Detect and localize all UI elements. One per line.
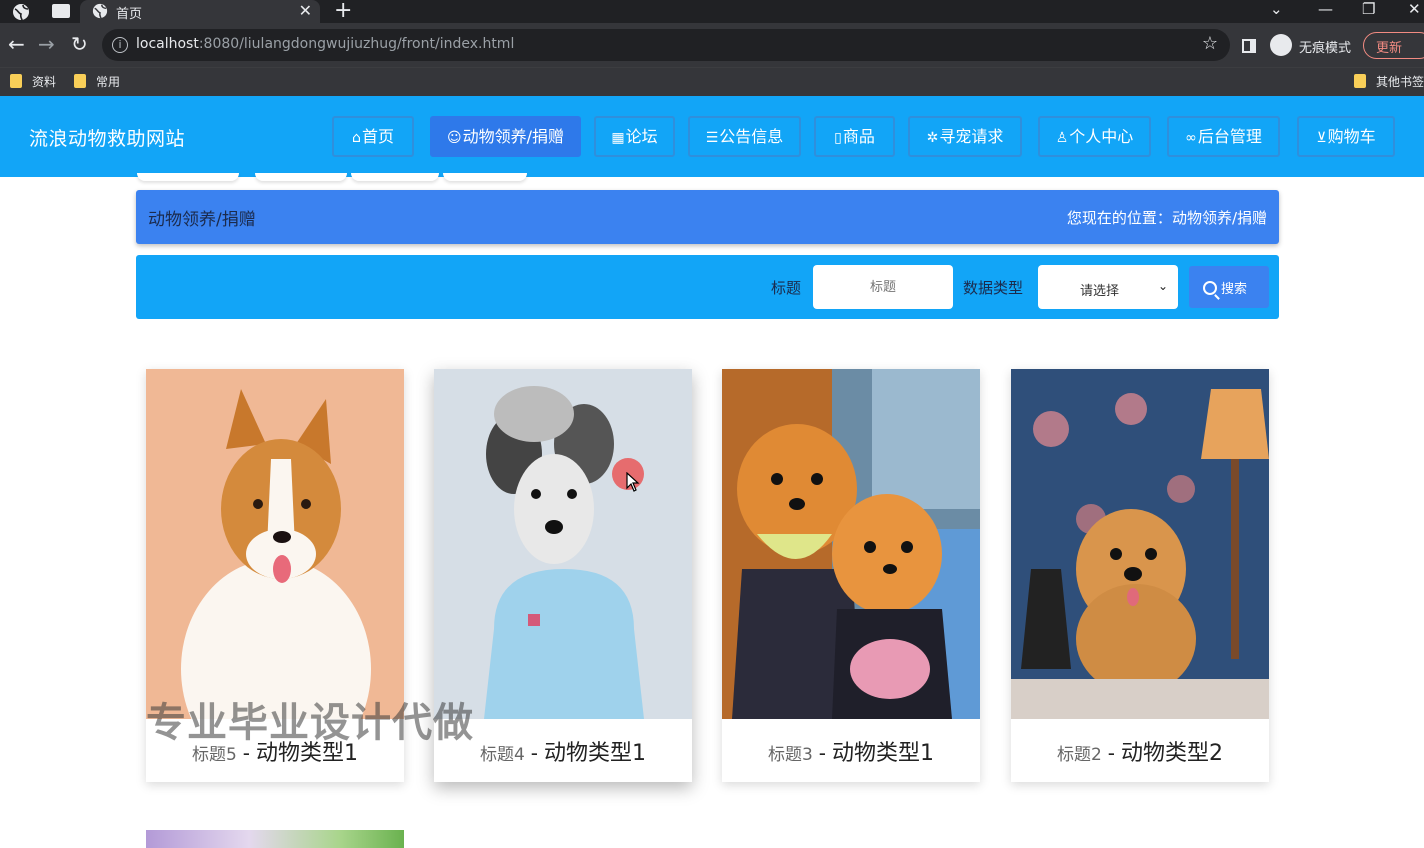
- tag-icon: ▯: [834, 130, 842, 146]
- reload-button[interactable]: ↻: [71, 34, 88, 54]
- other-bookmarks[interactable]: 其他书签: [1354, 73, 1424, 90]
- browser-tab[interactable]: 首页 ✕: [80, 0, 320, 23]
- url-text[interactable]: localhost:8080/liulangdongwujiuzhug/fron…: [136, 36, 514, 52]
- forward-button[interactable]: →: [38, 34, 55, 54]
- bookmark-folder[interactable]: 资料: [10, 73, 56, 90]
- nav-products[interactable]: ▯商品: [814, 116, 895, 157]
- site-header: 流浪动物救助网站 ⌂首页 ☺动物领养/捐赠 ▦论坛 ☰公告信息 ▯商品 ✲寻宠请…: [0, 96, 1424, 177]
- breadcrumb-link[interactable]: 动物领养/捐赠: [1172, 209, 1267, 227]
- close-window-button[interactable]: ✕: [1408, 0, 1421, 18]
- browser-toolbar: ← → ↻ i localhost:8080/liulangdongwujiuz…: [0, 23, 1424, 67]
- title-search-input[interactable]: [813, 265, 953, 309]
- card-type: 动物类型1: [832, 741, 935, 766]
- browser-tab-bar: 首页 ✕ + ⌄ — ❐ ✕: [0, 0, 1424, 23]
- pet-card[interactable]: 标题3- 动物类型1: [722, 369, 980, 782]
- folder-icon: [74, 74, 86, 88]
- card-caption[interactable]: 标题2- 动物类型2: [1011, 719, 1269, 782]
- nav-cart[interactable]: ⊻购物车: [1297, 116, 1395, 157]
- new-tab-button[interactable]: +: [334, 0, 352, 23]
- nav-announcements[interactable]: ☰公告信息: [688, 116, 801, 157]
- nav-forum[interactable]: ▦论坛: [594, 116, 675, 157]
- user-icon: ♙: [1055, 130, 1069, 146]
- home-icon: ⌂: [352, 130, 361, 146]
- update-button[interactable]: 更新: [1363, 32, 1424, 59]
- nav-admin[interactable]: ∞后台管理: [1167, 116, 1280, 157]
- star-icon[interactable]: ☆: [1202, 33, 1218, 54]
- nav-profile[interactable]: ♙个人中心: [1038, 116, 1151, 157]
- side-panel-icon[interactable]: [1242, 39, 1256, 53]
- pet-photo[interactable]: [722, 369, 980, 719]
- pet-photo[interactable]: [1011, 369, 1269, 719]
- forum-icon: ▦: [611, 130, 625, 146]
- folder-icon: [10, 74, 22, 88]
- nav-home[interactable]: ⌂首页: [332, 116, 414, 157]
- type-label: 数据类型: [963, 279, 1024, 297]
- globe-icon: [13, 4, 29, 21]
- type-select[interactable]: 请选择 ⌄: [1038, 265, 1178, 309]
- close-icon[interactable]: ✕: [299, 1, 312, 20]
- breadcrumb-position: 您现在的位置：动物领养/捐赠: [1066, 209, 1267, 227]
- incognito-label: 无痕模式: [1299, 41, 1352, 56]
- header-shadow-tabs: [137, 173, 527, 183]
- nav-pet-search[interactable]: ✲寻宠请求: [908, 116, 1022, 157]
- card-type: 动物类型1: [544, 741, 647, 766]
- title-label: 标题: [771, 279, 802, 297]
- pet-card[interactable]: 标题2- 动物类型2: [1011, 369, 1269, 782]
- pet-photo[interactable]: [146, 830, 404, 848]
- breadcrumb: 动物领养/捐赠 您现在的位置：动物领养/捐赠: [136, 190, 1279, 244]
- layers-icon: ☰: [705, 130, 719, 146]
- card-title: 标题4: [479, 745, 525, 765]
- settings-icon: ✲: [926, 130, 939, 146]
- page-title: 动物领养/捐赠: [148, 210, 256, 230]
- search-bar: 标题 数据类型 请选择 ⌄ 搜索: [136, 255, 1279, 319]
- nav-adoption[interactable]: ☺动物领养/捐赠: [430, 116, 581, 157]
- chevron-down-icon[interactable]: ⌄: [1270, 0, 1283, 18]
- address-bar[interactable]: i localhost:8080/liulangdongwujiuzhug/fr…: [102, 29, 1230, 61]
- search-icon: [1203, 281, 1217, 295]
- tab-search-icon[interactable]: [52, 4, 70, 18]
- search-button[interactable]: 搜索: [1189, 266, 1269, 308]
- folder-icon: [1354, 74, 1366, 88]
- pet-photo[interactable]: [434, 369, 692, 719]
- card-title: 标题2: [1056, 745, 1102, 765]
- card-caption[interactable]: 标题3- 动物类型1: [722, 719, 980, 782]
- cart-icon: ⊻: [1316, 130, 1327, 146]
- globe-icon: [92, 3, 108, 19]
- card-title: 标题5: [191, 745, 237, 765]
- mouse-cursor-icon: [626, 472, 640, 492]
- link-icon: ∞: [1185, 130, 1197, 146]
- incognito-icon[interactable]: [1270, 34, 1292, 56]
- tab-title: 首页: [116, 7, 143, 22]
- bookmark-folder[interactable]: 常用: [74, 73, 120, 90]
- card-title: 标题3: [767, 745, 813, 765]
- bookmarks-bar: 资料 常用 其他书签: [0, 67, 1424, 96]
- watermark-text: 专业毕业设计代做: [146, 700, 474, 746]
- card-type: 动物类型2: [1121, 741, 1224, 766]
- minimize-button[interactable]: —: [1318, 0, 1333, 18]
- pet-photo[interactable]: [146, 369, 404, 719]
- chevron-down-icon: ⌄: [1157, 279, 1168, 293]
- paw-icon: ☺: [446, 130, 462, 146]
- info-icon[interactable]: i: [112, 37, 128, 53]
- back-button[interactable]: ←: [8, 34, 25, 54]
- site-title: 流浪动物救助网站: [29, 128, 186, 150]
- restore-button[interactable]: ❐: [1362, 0, 1375, 18]
